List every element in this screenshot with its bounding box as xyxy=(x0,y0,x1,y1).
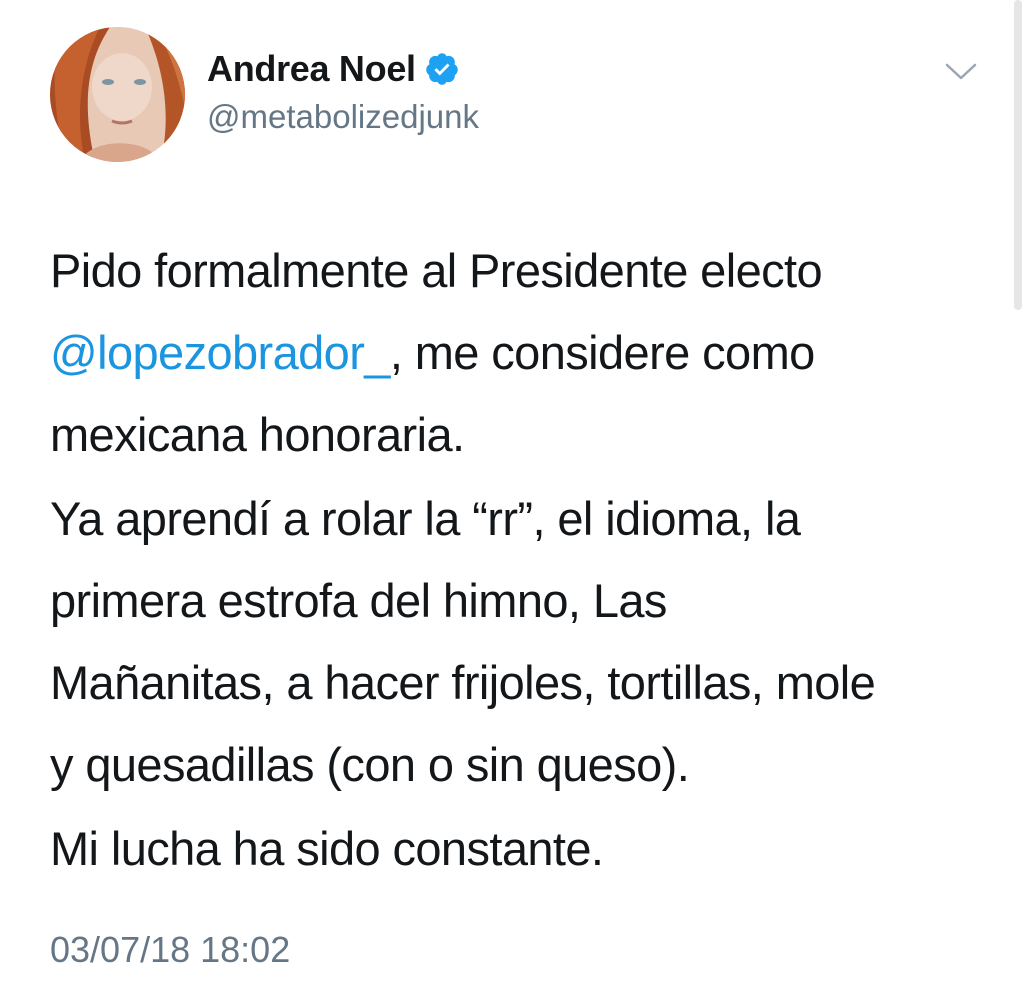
tweet-line: primera estrofa del himno, Las xyxy=(50,574,667,627)
verified-badge-icon xyxy=(424,51,460,87)
tweet-card: Andrea Noel @metabolizedjunk Pido formal… xyxy=(0,0,1022,1000)
handle[interactable]: @metabolizedjunk xyxy=(207,96,479,138)
tweet-line: Pido formalmente al Presidente electo xyxy=(50,244,823,297)
tweet-line: Mi lucha ha sido constante. xyxy=(50,822,604,875)
scrollbar[interactable] xyxy=(1014,0,1022,310)
tweet-paragraph: Mi lucha ha sido constante. xyxy=(50,808,990,890)
tweet-paragraph: Ya aprendí a rolar la “rr”, el idioma, l… xyxy=(50,478,990,806)
tweet-line: Ya aprendí a rolar la “rr”, el idioma, l… xyxy=(50,492,801,545)
avatar[interactable] xyxy=(50,27,185,162)
mention-link[interactable]: @lopezobrador_ xyxy=(50,326,390,379)
display-name[interactable]: Andrea Noel xyxy=(207,47,416,91)
tweet-text-segment: , me considere como xyxy=(389,326,815,379)
author-name-row: Andrea Noel xyxy=(207,47,460,91)
tweet-line: mexicana honoraria. xyxy=(50,408,465,461)
chevron-down-icon[interactable] xyxy=(944,60,978,84)
tweet-line: y quesadillas (con o sin queso). xyxy=(50,738,690,791)
tweet-line: Mañanitas, a hacer frijoles, tortillas, … xyxy=(50,656,876,709)
tweet-paragraph: Pido formalmente al Presidente electo @l… xyxy=(50,230,990,476)
tweet-line: @lopezobrador_, me considere como xyxy=(50,312,990,394)
tweet-text: Pido formalmente al Presidente electo @l… xyxy=(50,230,990,892)
timestamp[interactable]: 03/07/18 18:02 xyxy=(50,925,290,975)
